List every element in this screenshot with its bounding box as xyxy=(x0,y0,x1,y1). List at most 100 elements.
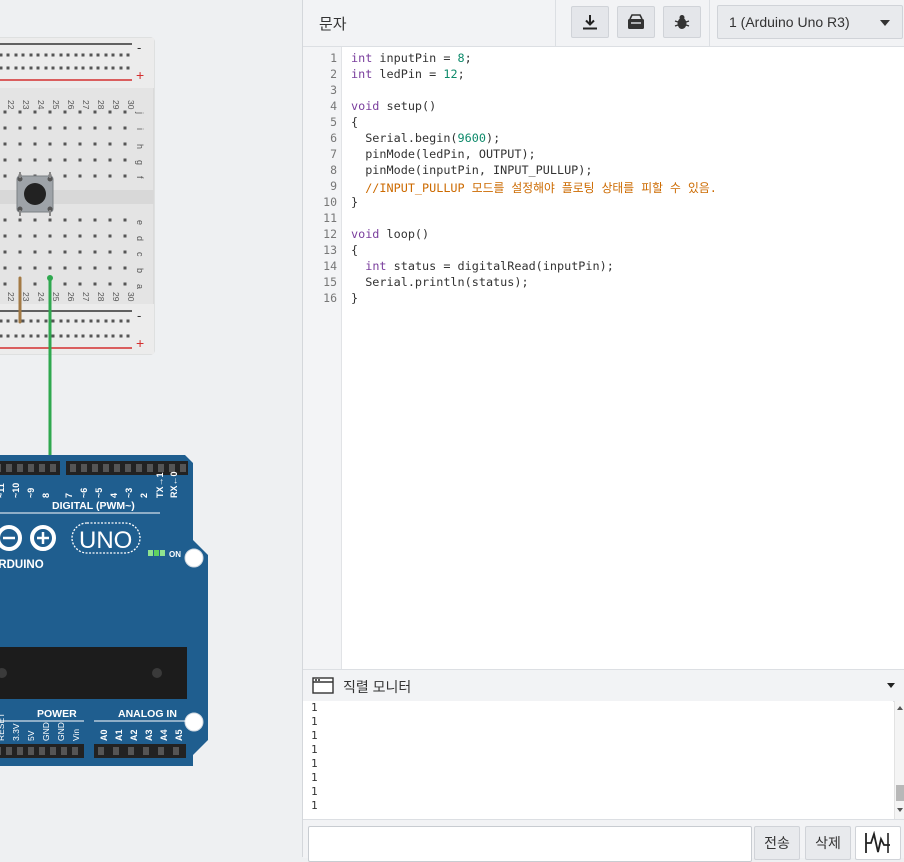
breadboard-hole[interactable] xyxy=(21,53,25,57)
breadboard-hole[interactable] xyxy=(3,126,7,130)
breadboard-hole[interactable] xyxy=(96,53,100,57)
breadboard-hole[interactable] xyxy=(123,282,127,286)
breadboard-hole[interactable] xyxy=(74,53,78,57)
header-pin[interactable] xyxy=(158,747,164,755)
breadboard-hole[interactable] xyxy=(59,319,63,323)
scroll-up-icon[interactable] xyxy=(897,706,903,710)
breadboard-hole[interactable] xyxy=(63,266,67,270)
header-pin[interactable] xyxy=(28,747,34,755)
graph-button[interactable] xyxy=(855,826,901,860)
breadboard-hole[interactable] xyxy=(33,282,37,286)
breadboard-hole[interactable] xyxy=(3,218,7,222)
breadboard-hole[interactable] xyxy=(18,234,22,238)
breadboard-hole[interactable] xyxy=(89,53,93,57)
breadboard-hole[interactable] xyxy=(93,110,97,114)
code-line[interactable]: pinMode(ledPin, OUTPUT); xyxy=(351,147,535,161)
breadboard-hole[interactable] xyxy=(126,53,130,57)
breadboard-hole[interactable] xyxy=(33,250,37,254)
breadboard-hole[interactable] xyxy=(3,266,7,270)
header-pin[interactable] xyxy=(158,464,164,472)
library-button[interactable] xyxy=(617,6,655,38)
breadboard-hole[interactable] xyxy=(78,282,82,286)
breadboard-hole[interactable] xyxy=(59,53,63,57)
breadboard-hole[interactable] xyxy=(18,110,22,114)
breadboard-hole[interactable] xyxy=(123,110,127,114)
breadboard-hole[interactable] xyxy=(36,319,40,323)
breadboard-hole[interactable] xyxy=(74,334,78,338)
breadboard-hole[interactable] xyxy=(111,53,115,57)
breadboard-hole[interactable] xyxy=(29,66,33,70)
breadboard-hole[interactable] xyxy=(93,282,97,286)
breadboard-hole[interactable] xyxy=(66,319,70,323)
header-pin[interactable] xyxy=(70,464,76,472)
breadboard-hole[interactable] xyxy=(0,319,3,323)
breadboard-hole[interactable] xyxy=(33,110,37,114)
breadboard-hole[interactable] xyxy=(111,66,115,70)
breadboard-hole[interactable] xyxy=(33,266,37,270)
breadboard-hole[interactable] xyxy=(6,66,10,70)
header-pin[interactable] xyxy=(50,747,56,755)
breadboard-hole[interactable] xyxy=(108,282,112,286)
code-line[interactable]: } xyxy=(351,195,358,209)
breadboard-hole[interactable] xyxy=(14,319,18,323)
header-pin[interactable] xyxy=(61,747,67,755)
breadboard-hole[interactable] xyxy=(119,66,123,70)
pushbutton[interactable] xyxy=(16,172,54,216)
header-pin[interactable] xyxy=(39,464,45,472)
breadboard-hole[interactable] xyxy=(123,234,127,238)
breadboard-hole[interactable] xyxy=(123,174,127,178)
breadboard-hole[interactable] xyxy=(123,158,127,162)
breadboard-hole[interactable] xyxy=(6,53,10,57)
breadboard-hole[interactable] xyxy=(21,319,25,323)
breadboard-hole[interactable] xyxy=(36,66,40,70)
breadboard-hole[interactable] xyxy=(123,142,127,146)
breadboard-hole[interactable] xyxy=(89,319,93,323)
breadboard-hole[interactable] xyxy=(3,282,7,286)
circuit-canvas[interactable]: - + - + 22 23 24 25 26 27 28 29 30 22 23 24 25 26 27 2… xyxy=(0,0,302,857)
breadboard-hole[interactable] xyxy=(123,126,127,130)
header-pin[interactable] xyxy=(81,464,87,472)
breadboard-hole[interactable] xyxy=(111,319,115,323)
header-pin[interactable] xyxy=(92,464,98,472)
arduino-uno-board[interactable]: ~11 ~10 ~9 8 7 ~6 ~5 4 ~3 2 TX→1 RX←0 DIGITAL (PWM~… xyxy=(0,455,208,766)
breadboard-hole[interactable] xyxy=(63,174,67,178)
breadboard-hole[interactable] xyxy=(78,266,82,270)
breadboard-hole[interactable] xyxy=(21,66,25,70)
header-pin[interactable] xyxy=(6,747,12,755)
breadboard-hole[interactable] xyxy=(123,250,127,254)
breadboard-hole[interactable] xyxy=(48,158,52,162)
breadboard-hole[interactable] xyxy=(126,319,130,323)
code-line[interactable]: { xyxy=(351,115,358,129)
clear-button[interactable]: 삭제 xyxy=(805,826,851,860)
breadboard-hole[interactable] xyxy=(78,158,82,162)
breadboard-hole[interactable] xyxy=(119,53,123,57)
breadboard-hole[interactable] xyxy=(93,234,97,238)
breadboard-hole[interactable] xyxy=(6,319,10,323)
breadboard-hole[interactable] xyxy=(74,319,78,323)
breadboard-hole[interactable] xyxy=(63,142,67,146)
breadboard-hole[interactable] xyxy=(78,234,82,238)
send-button[interactable]: 전송 xyxy=(754,826,800,860)
header-pin[interactable] xyxy=(113,747,119,755)
breadboard-hole[interactable] xyxy=(0,334,3,338)
code-line[interactable]: void loop() xyxy=(351,227,429,241)
breadboard-hole[interactable] xyxy=(36,334,40,338)
breadboard-hole[interactable] xyxy=(108,234,112,238)
breadboard-hole[interactable] xyxy=(104,53,108,57)
scroll-down-icon[interactable] xyxy=(897,808,903,812)
breadboard-hole[interactable] xyxy=(33,234,37,238)
breadboard-hole[interactable] xyxy=(44,66,48,70)
header-pin[interactable] xyxy=(72,747,78,755)
breadboard-hole[interactable] xyxy=(18,142,22,146)
breadboard-hole[interactable] xyxy=(78,110,82,114)
breadboard-hole[interactable] xyxy=(59,334,63,338)
serial-monitor-header[interactable]: 직렬 모니터 xyxy=(303,669,904,702)
breadboard-hole[interactable] xyxy=(51,334,55,338)
scrollbar-thumb[interactable] xyxy=(896,785,904,801)
breadboard-hole[interactable] xyxy=(48,110,52,114)
breadboard-hole[interactable] xyxy=(108,250,112,254)
breadboard-hole[interactable] xyxy=(18,218,22,222)
header-pin[interactable] xyxy=(169,464,175,472)
breadboard-hole[interactable] xyxy=(63,126,67,130)
code-line[interactable]: Serial.println(status); xyxy=(351,275,528,289)
